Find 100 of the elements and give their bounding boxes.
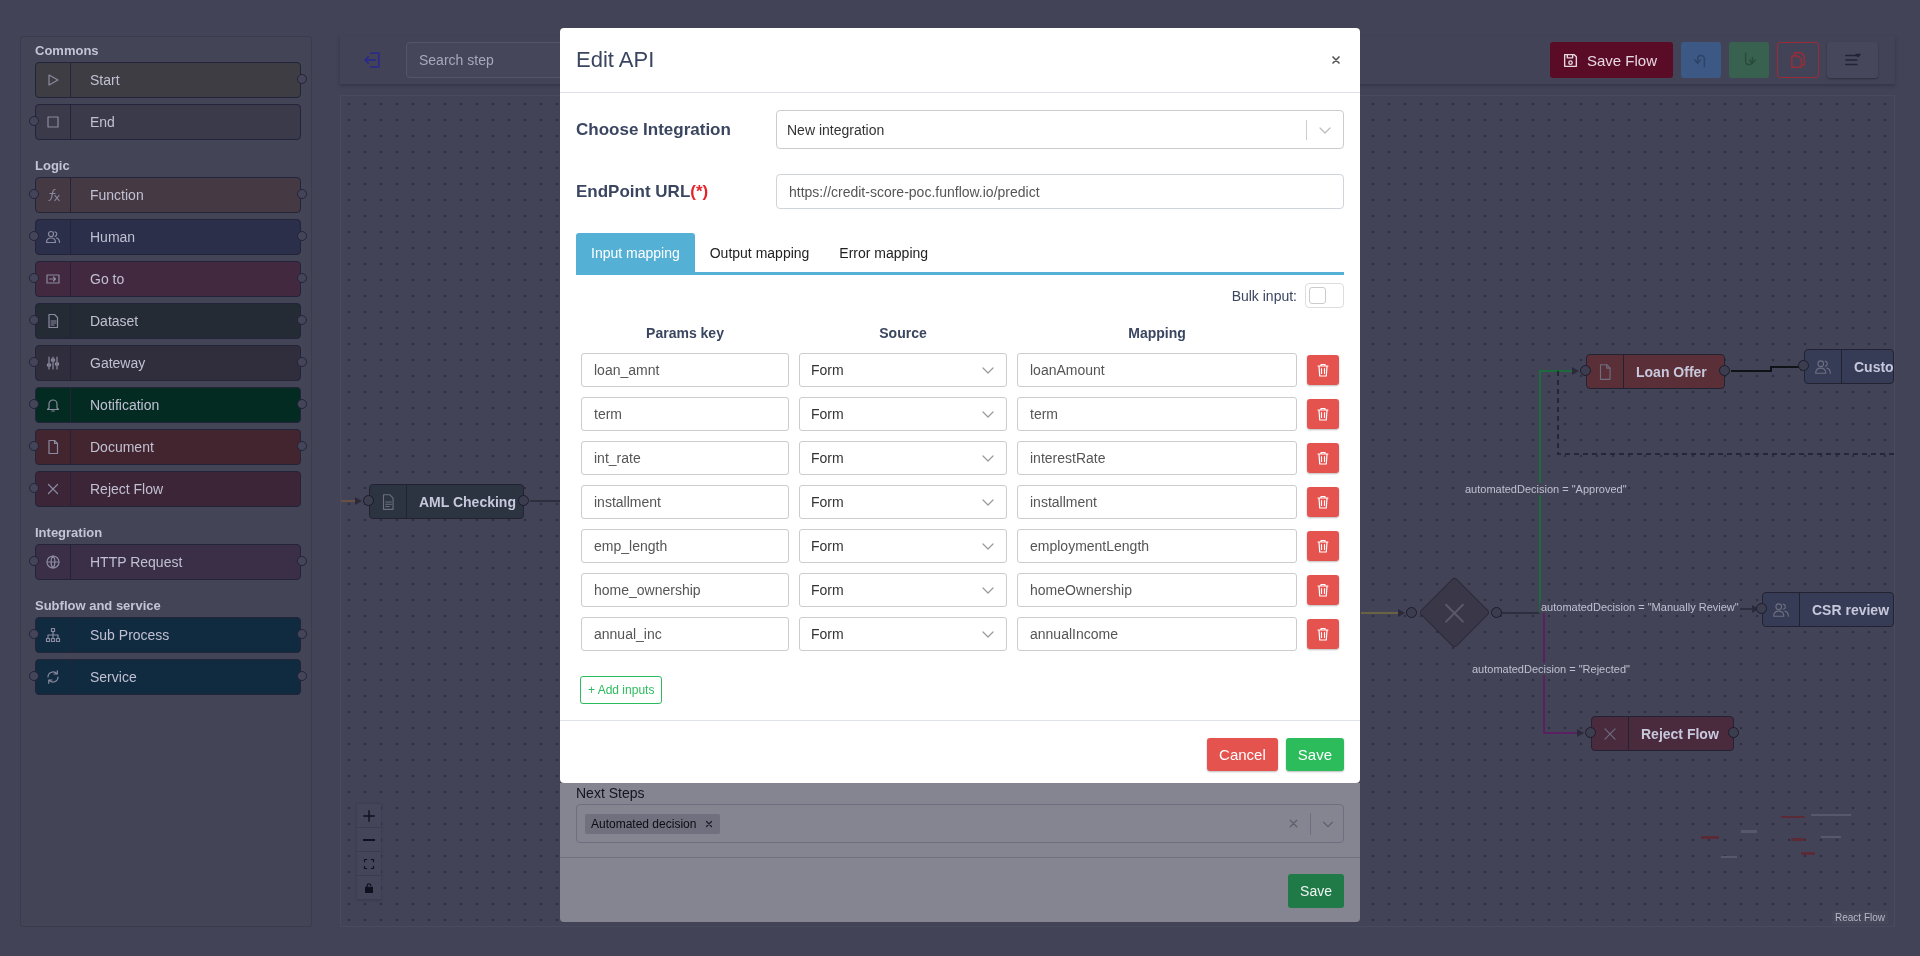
tab[interactable]: Output mapping [694,233,825,272]
integration-select[interactable]: New integration [776,110,1344,149]
tab[interactable]: Error mapping [824,233,944,272]
mapping-field[interactable]: homeOwnership [1017,573,1297,607]
zoom-out-button[interactable] [357,828,381,852]
attribution-link[interactable]: React Flow [1832,911,1888,924]
zoom-in-button[interactable] [357,804,381,828]
save-button[interactable]: Save Flow [1549,42,1673,78]
undo-button[interactable] [1681,42,1721,78]
connector-handle[interactable] [1406,607,1417,618]
source-select[interactable]: Form [799,397,1007,431]
mapping-field[interactable]: installment [1017,485,1297,519]
connector-handle[interactable] [297,399,307,409]
next-steps-select[interactable]: Automated decision [576,804,1344,843]
delete-button[interactable] [1307,443,1339,473]
param-key-field[interactable]: loan_amnt [581,353,789,387]
source-select[interactable]: Form [799,353,1007,387]
node-palette-item[interactable]: Function [35,177,301,213]
connector-handle[interactable] [297,556,307,566]
node-palette-item[interactable]: Human [35,219,301,255]
connector-handle[interactable] [29,556,39,566]
connector-handle[interactable] [518,495,529,506]
remove-tag-button[interactable] [704,818,715,829]
source-select[interactable]: Form [799,441,1007,475]
param-key-field[interactable]: emp_length [581,529,789,563]
connector-handle[interactable] [1491,607,1502,618]
connector-handle[interactable] [297,189,307,199]
source-select[interactable]: Form [799,529,1007,563]
source-select[interactable]: Form [799,485,1007,519]
connector-handle[interactable] [29,441,39,451]
node-palette-item[interactable]: Service [35,659,301,695]
connector-handle[interactable] [297,441,307,451]
connector-handle[interactable] [297,74,307,84]
mapping-field[interactable]: employmentLength [1017,529,1297,563]
param-key-field[interactable]: annual_inc [581,617,789,651]
lock-button[interactable] [357,876,381,900]
node-palette-item[interactable]: HTTP Request [35,544,301,580]
connector-handle[interactable] [1728,727,1739,738]
connector-handle[interactable] [29,273,39,283]
connector-handle[interactable] [29,116,39,126]
file-icon [45,439,61,455]
param-key-field[interactable]: home_ownership [581,573,789,607]
source-select[interactable]: Form [799,617,1007,651]
connector-handle[interactable] [29,629,39,639]
bulk-input-toggle[interactable] [1305,283,1344,308]
param-key-field[interactable]: term [581,397,789,431]
connector-handle[interactable] [29,483,39,493]
delete-button[interactable] [1307,575,1339,605]
mapping-field[interactable]: term [1017,397,1297,431]
connector-handle[interactable] [29,231,39,241]
flow-node[interactable]: Loan Offer [1586,354,1725,389]
fit-view-button[interactable] [357,852,381,876]
delete-button[interactable] [1307,399,1339,429]
node-palette-item[interactable]: Dataset [35,303,301,339]
node-palette-item[interactable]: Notification [35,387,301,423]
endpoint-url-field[interactable]: https://credit-score-poc.funflow.io/predict [776,174,1344,209]
save-button[interactable]: Save [1288,874,1344,908]
close-button[interactable] [1330,54,1342,66]
delete-button[interactable] [1307,619,1339,649]
connector-handle[interactable] [363,495,374,506]
connector-handle[interactable] [297,671,307,681]
redo-button[interactable] [1729,42,1769,78]
connector-handle[interactable] [297,315,307,325]
node-palette-item[interactable]: End [35,104,301,140]
connector-handle[interactable] [29,399,39,409]
menu-button[interactable] [1827,42,1878,78]
delete-button[interactable] [1307,531,1339,561]
node-palette-item[interactable]: Gateway [35,345,301,381]
connector-handle[interactable] [297,629,307,639]
mapping-field[interactable]: loanAmount [1017,353,1297,387]
connector-handle[interactable] [29,315,39,325]
connector-handle[interactable] [1719,365,1730,376]
connector-handle[interactable] [297,273,307,283]
node-palette-item[interactable]: Start [35,62,301,98]
param-key-field[interactable]: installment [581,485,789,519]
connector-handle[interactable] [297,231,307,241]
connector-handle[interactable] [1580,365,1591,376]
connector-handle[interactable] [1756,603,1767,614]
connector-handle[interactable] [1798,360,1809,371]
cancel-button[interactable]: Cancel [1207,738,1278,771]
node-palette-item[interactable]: Document [35,429,301,465]
node-palette-item[interactable]: Sub Process [35,617,301,653]
node-palette-item[interactable]: Go to [35,261,301,297]
node-palette-item[interactable]: Reject Flow [35,471,301,507]
connector-handle[interactable] [29,671,39,681]
connector-handle[interactable] [29,357,39,367]
flow-node[interactable]: AML Checking [369,484,524,519]
connector-handle[interactable] [1585,727,1596,738]
mapping-field[interactable]: annualIncome [1017,617,1297,651]
delete-button[interactable] [1307,487,1339,517]
param-key-field[interactable]: int_rate [581,441,789,475]
source-select[interactable]: Form [799,573,1007,607]
copy-button[interactable] [1777,42,1819,78]
flow-node[interactable]: CSR review [1762,592,1894,627]
mapping-field[interactable]: interestRate [1017,441,1297,475]
flow-node[interactable]: Reject Flow [1591,716,1734,751]
connector-handle[interactable] [29,189,39,199]
delete-button[interactable] [1307,355,1339,385]
flow-node[interactable]: Custo [1804,349,1894,384]
connector-handle[interactable] [297,357,307,367]
